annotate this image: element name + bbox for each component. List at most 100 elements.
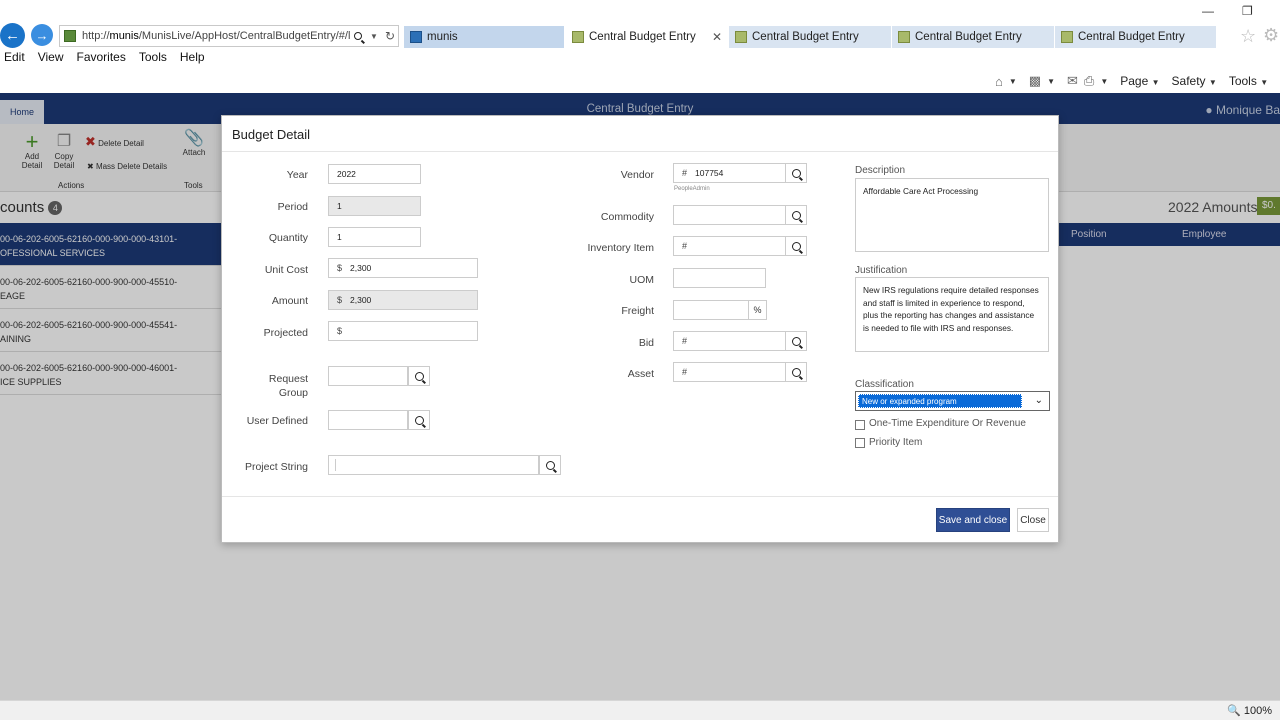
close-button[interactable]: Close	[1017, 508, 1049, 532]
search-icon	[545, 460, 555, 470]
menu-edit[interactable]: Edit	[4, 50, 25, 68]
status-bar: 🔍 100%	[0, 700, 1280, 720]
quantity-label: Quantity	[268, 232, 308, 244]
mail-icon[interactable]: ✉	[1067, 73, 1078, 89]
quantity-field[interactable]: 1	[328, 227, 421, 247]
one-time-expenditure-label: One-Time Expenditure Or Revenue	[869, 418, 1026, 429]
request-group-search-button[interactable]	[408, 366, 430, 386]
inventory-item-search-button[interactable]	[785, 236, 807, 256]
priority-item-checkbox[interactable]	[855, 438, 865, 448]
tab-central-budget-entry-2[interactable]: Central Budget Entry	[729, 26, 891, 48]
justification-label: Justification	[855, 265, 908, 276]
menu-favorites[interactable]: Favorites	[76, 50, 125, 68]
search-icon	[791, 241, 801, 251]
classification-select[interactable]: New or expanded program ⌄	[855, 391, 1050, 411]
page-favicon-icon	[735, 31, 747, 43]
page-menu[interactable]: Page ▼	[1120, 74, 1165, 88]
arrow-left-icon: ←	[5, 27, 20, 44]
tab-central-budget-entry-3[interactable]: Central Budget Entry	[892, 26, 1054, 48]
minimize-icon[interactable]: —	[1202, 4, 1214, 18]
back-button[interactable]: ←	[0, 23, 25, 48]
url-text[interactable]: http://munis/MunisLive/AppHost/CentralBu…	[82, 30, 350, 42]
vendor-field[interactable]: #107754	[673, 163, 786, 183]
freight-percent-addon: %	[748, 300, 767, 320]
period-label: Period	[277, 201, 308, 213]
uom-label: UOM	[629, 274, 655, 286]
arrow-right-icon: →	[35, 27, 49, 43]
search-icon	[414, 415, 424, 425]
projected-label: Projected	[263, 327, 308, 339]
print-icon[interactable]: ⎙	[1084, 73, 1094, 89]
browser-toolbar: ← → http://munis/MunisLive/AppHost/Centr…	[0, 0, 1280, 48]
year-field[interactable]: 2022	[328, 164, 421, 184]
home-icon[interactable]: ⌂	[995, 74, 1003, 89]
asset-label: Asset	[627, 368, 654, 380]
rss-icon[interactable]: ▩	[1029, 73, 1041, 89]
asset-search-button[interactable]	[785, 362, 807, 382]
budget-detail-dialog: Budget Detail Year 2022 Period 1 Quantit…	[221, 115, 1059, 543]
dialog-title: Budget Detail	[232, 127, 311, 142]
commodity-search-button[interactable]	[785, 205, 807, 225]
zoom-control[interactable]: 🔍 100%	[1227, 704, 1272, 717]
dropdown-arrow-icon[interactable]: ▼	[366, 32, 382, 41]
search-icon	[791, 336, 801, 346]
commodity-label: Commodity	[600, 211, 654, 223]
print-dropdown-icon[interactable]: ▼	[1100, 77, 1108, 86]
search-icon	[791, 210, 801, 220]
page-favicon-icon	[572, 31, 584, 43]
command-bar: ⌂ ▼ ▩ ▼ ✉ ⎙ ▼ Page ▼ Safety ▼ Tools ▼	[995, 72, 1274, 90]
bid-field[interactable]: #	[673, 331, 786, 351]
safety-menu[interactable]: Safety ▼	[1172, 74, 1223, 88]
menu-help[interactable]: Help	[180, 50, 205, 68]
one-time-expenditure-checkbox[interactable]	[855, 420, 865, 430]
freight-field[interactable]	[673, 300, 749, 320]
tab-central-budget-entry-4[interactable]: Central Budget Entry	[1055, 26, 1216, 48]
forward-button[interactable]: →	[31, 24, 53, 46]
restore-icon[interactable]: ❐	[1242, 4, 1253, 18]
vendor-name-note: PeopleAdmin	[674, 186, 710, 192]
favorites-star-icon[interactable]: ☆	[1240, 26, 1256, 47]
tab-label: Central Budget Entry	[1078, 31, 1185, 43]
commodity-field[interactable]	[673, 205, 786, 225]
bid-search-button[interactable]	[785, 331, 807, 351]
search-icon[interactable]	[350, 29, 366, 43]
refresh-icon[interactable]: ↻	[382, 29, 398, 43]
asset-field[interactable]: #	[673, 362, 786, 382]
user-defined-search-button[interactable]	[408, 410, 430, 430]
vendor-search-button[interactable]	[785, 163, 807, 183]
project-string-field[interactable]	[328, 455, 539, 475]
page-favicon-icon	[898, 31, 910, 43]
tab-label: Central Budget Entry	[752, 31, 859, 43]
menu-tools[interactable]: Tools	[139, 50, 167, 68]
menu-view[interactable]: View	[38, 50, 64, 68]
bid-label: Bid	[638, 337, 654, 349]
unit-cost-field[interactable]: $2,300	[328, 258, 478, 278]
user-defined-field[interactable]	[328, 410, 408, 430]
justification-textarea[interactable]: New IRS regulations require detailed res…	[855, 277, 1049, 352]
period-field: 1	[328, 196, 421, 216]
tools-menu[interactable]: Tools ▼	[1229, 74, 1274, 88]
rss-dropdown-icon[interactable]: ▼	[1047, 77, 1055, 86]
priority-item-label: Priority Item	[869, 437, 923, 448]
gear-icon[interactable]: ⚙	[1263, 25, 1279, 46]
page-favicon-icon	[1061, 31, 1073, 43]
projected-field[interactable]: $	[328, 321, 478, 341]
close-tab-icon[interactable]: ✕	[712, 30, 722, 44]
home-dropdown-icon[interactable]: ▼	[1009, 77, 1017, 86]
divider	[222, 151, 1058, 152]
inventory-item-label: Inventory Item	[587, 242, 654, 254]
zoom-icon: 🔍	[1227, 705, 1241, 717]
tab-central-budget-entry-active[interactable]: Central Budget Entry ✕	[566, 26, 728, 48]
unit-cost-label: Unit Cost	[264, 264, 308, 276]
address-bar[interactable]: http://munis/MunisLive/AppHost/CentralBu…	[59, 25, 399, 47]
project-string-search-button[interactable]	[539, 455, 561, 475]
uom-field[interactable]	[673, 268, 766, 288]
inventory-item-field[interactable]: #	[673, 236, 786, 256]
tab-label: Central Budget Entry	[589, 31, 696, 43]
site-favicon-icon	[64, 30, 76, 42]
request-group-field[interactable]	[328, 366, 408, 386]
save-and-close-button[interactable]: Save and close	[936, 508, 1010, 532]
freight-label: Freight	[621, 305, 654, 317]
description-textarea[interactable]: Affordable Care Act Processing	[855, 178, 1049, 252]
tab-munis[interactable]: munis	[404, 26, 564, 48]
